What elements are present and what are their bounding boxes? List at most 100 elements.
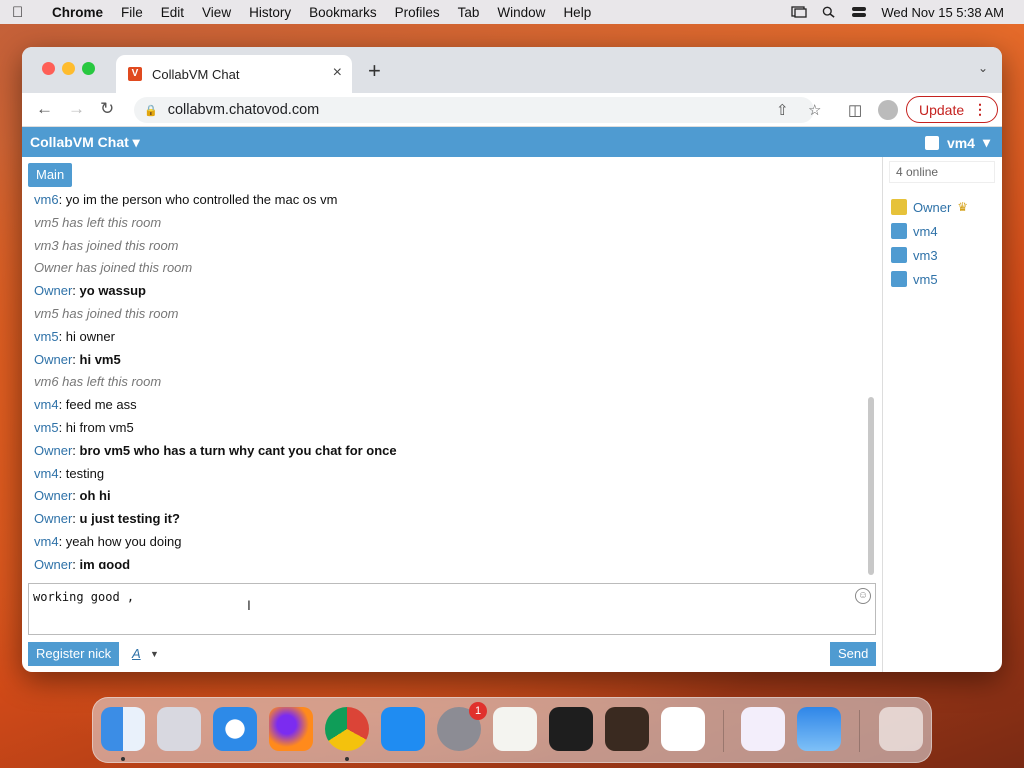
back-arrow-icon[interactable]: ← [36, 99, 53, 119]
lock-icon[interactable]: 🔒 [144, 104, 158, 117]
menu-window[interactable]: Window [497, 5, 545, 20]
profile-avatar-icon[interactable] [878, 100, 898, 120]
message-nick[interactable]: Owner [34, 283, 72, 298]
message-text: im good [79, 556, 131, 569]
close-tab-icon[interactable]: × [333, 64, 342, 82]
menu-help[interactable]: Help [563, 5, 591, 20]
menu-history[interactable]: History [249, 5, 291, 20]
dock-separator [859, 710, 860, 752]
menu-view[interactable]: View [202, 5, 231, 20]
finder-icon[interactable] [101, 707, 145, 751]
zoom-window-button[interactable] [82, 62, 95, 75]
message-nick[interactable]: Owner [34, 511, 72, 526]
message-scrollbar[interactable] [866, 189, 876, 579]
forward-arrow-icon[interactable]: → [68, 99, 85, 119]
chat-message: vm5 has left this room [34, 212, 864, 235]
side-panel-icon[interactable]: ◫ [848, 101, 862, 119]
menu-profiles[interactable]: Profiles [395, 5, 440, 20]
chat-main: Main vm6: yo im the person who controlle… [22, 157, 882, 672]
font-chevron-down-icon[interactable]: ▼ [150, 649, 159, 659]
vscode-icon[interactable] [661, 707, 705, 751]
browser-toolbar: ← → ↻ 🔒 collabvm.chatovod.com ⇧ ☆ ◫ Upda… [22, 93, 1002, 127]
chrome-icon[interactable] [325, 707, 369, 751]
message-input[interactable]: working good , ☺ [28, 583, 876, 635]
update-button[interactable]: Update ⋮ [906, 96, 998, 123]
user-list-item[interactable]: Owner ♛ [891, 197, 968, 217]
message-nick[interactable]: vm5 [34, 420, 59, 435]
url-text: collabvm.chatovod.com [167, 102, 320, 118]
system-message-text: vm6 has left this room [34, 374, 162, 390]
message-nick[interactable]: Owner [34, 488, 72, 503]
user-name: vm5 [913, 271, 938, 287]
apple-icon[interactable]:  [12, 4, 32, 21]
message-text: oh hi [79, 488, 111, 504]
control-center-icon[interactable] [851, 6, 867, 18]
chat-message: Owner: hi vm5 [34, 351, 121, 367]
screen-mirroring-icon[interactable] [791, 6, 808, 18]
launchpad-icon[interactable] [157, 707, 201, 751]
new-tab-button[interactable]: + [368, 58, 381, 84]
system-message-text: vm5 has joined this room [34, 305, 179, 321]
message-nick[interactable]: vm4 [34, 466, 59, 481]
chat-message: vm5 has joined this room [34, 303, 864, 326]
menu-tab[interactable]: Tab [458, 5, 480, 20]
site-favicon-icon: V [128, 67, 142, 81]
user-name: vm3 [913, 247, 938, 263]
reload-icon[interactable]: ↻ [100, 99, 114, 119]
user-name: Owner [913, 199, 952, 215]
emoji-smiley-icon[interactable]: ☺ [855, 588, 871, 604]
message-nick[interactable]: Owner [34, 443, 72, 458]
message-nick[interactable]: vm4 [34, 397, 59, 412]
message-nick[interactable]: vm6 [34, 192, 59, 207]
chat-message: vm4: feed me ass [34, 397, 137, 413]
user-list-item[interactable]: vm4 [891, 221, 938, 241]
message-nick[interactable]: Owner [34, 352, 72, 367]
register-nick-button[interactable]: Register nick [28, 642, 120, 666]
terminal-icon[interactable] [549, 707, 593, 751]
running-indicator [345, 757, 349, 761]
message-input-text: working good , [33, 590, 135, 604]
menubar-clock[interactable]: Wed Nov 15 5:38 AM [881, 5, 1004, 20]
safari-icon[interactable] [213, 707, 257, 751]
bookmark-star-icon[interactable]: ☆ [808, 101, 821, 119]
message-nick[interactable]: vm5 [34, 329, 59, 344]
app-brand-menu[interactable]: CollabVM Chat ▾ [30, 134, 140, 151]
message-text: testing [65, 465, 105, 481]
room-tab-main[interactable]: Main [28, 163, 73, 187]
menu-file[interactable]: File [121, 5, 143, 20]
tab-title: CollabVM Chat [152, 66, 240, 82]
font-style-button[interactable]: A [132, 646, 141, 661]
message-nick[interactable]: vm4 [34, 534, 59, 549]
trash-icon[interactable] [879, 707, 923, 751]
user-list-item[interactable]: vm5 [891, 269, 938, 289]
user-name: vm4 [913, 223, 938, 239]
minimize-window-button[interactable] [62, 62, 75, 75]
textedit-icon[interactable] [493, 707, 537, 751]
browser-window: V CollabVM Chat × + ⌄ ← → ↻ 🔒 collabvm.c… [22, 47, 1002, 672]
menu-edit[interactable]: Edit [161, 5, 184, 20]
user-list-item[interactable]: vm3 [891, 245, 938, 265]
user-menu[interactable]: vm4 ▾ [924, 134, 990, 151]
chat-message: vm4: yeah how you doing [34, 533, 182, 549]
chat-message: vm5: hi from vm5 [34, 419, 134, 435]
app-store-icon[interactable] [381, 707, 425, 751]
firefox-icon[interactable] [269, 707, 313, 751]
chat-message: Owner: bro vm5 who has a turn why cant y… [34, 442, 397, 458]
weather-icon[interactable] [797, 707, 841, 751]
garageband-icon[interactable] [605, 707, 649, 751]
spotlight-search-icon[interactable] [821, 6, 837, 18]
menu-app-name[interactable]: Chrome [52, 5, 103, 20]
share-icon[interactable]: ⇧ [776, 101, 789, 119]
send-button[interactable]: Send [830, 642, 877, 666]
scrollbar-thumb[interactable] [868, 397, 874, 575]
menu-bookmarks[interactable]: Bookmarks [309, 5, 377, 20]
message-nick[interactable]: Owner [34, 557, 72, 569]
browser-tab[interactable]: V CollabVM Chat × [116, 55, 352, 93]
close-window-button[interactable] [42, 62, 55, 75]
current-user-name: vm4 [946, 134, 975, 151]
address-bar[interactable]: 🔒 collabvm.chatovod.com [134, 97, 814, 123]
online-count: 4 online [889, 161, 995, 183]
visual-studio-icon[interactable] [741, 707, 785, 751]
tab-search-chevron-icon[interactable]: ⌄ [978, 61, 988, 75]
more-menu-icon[interactable]: ⋮ [973, 101, 987, 118]
